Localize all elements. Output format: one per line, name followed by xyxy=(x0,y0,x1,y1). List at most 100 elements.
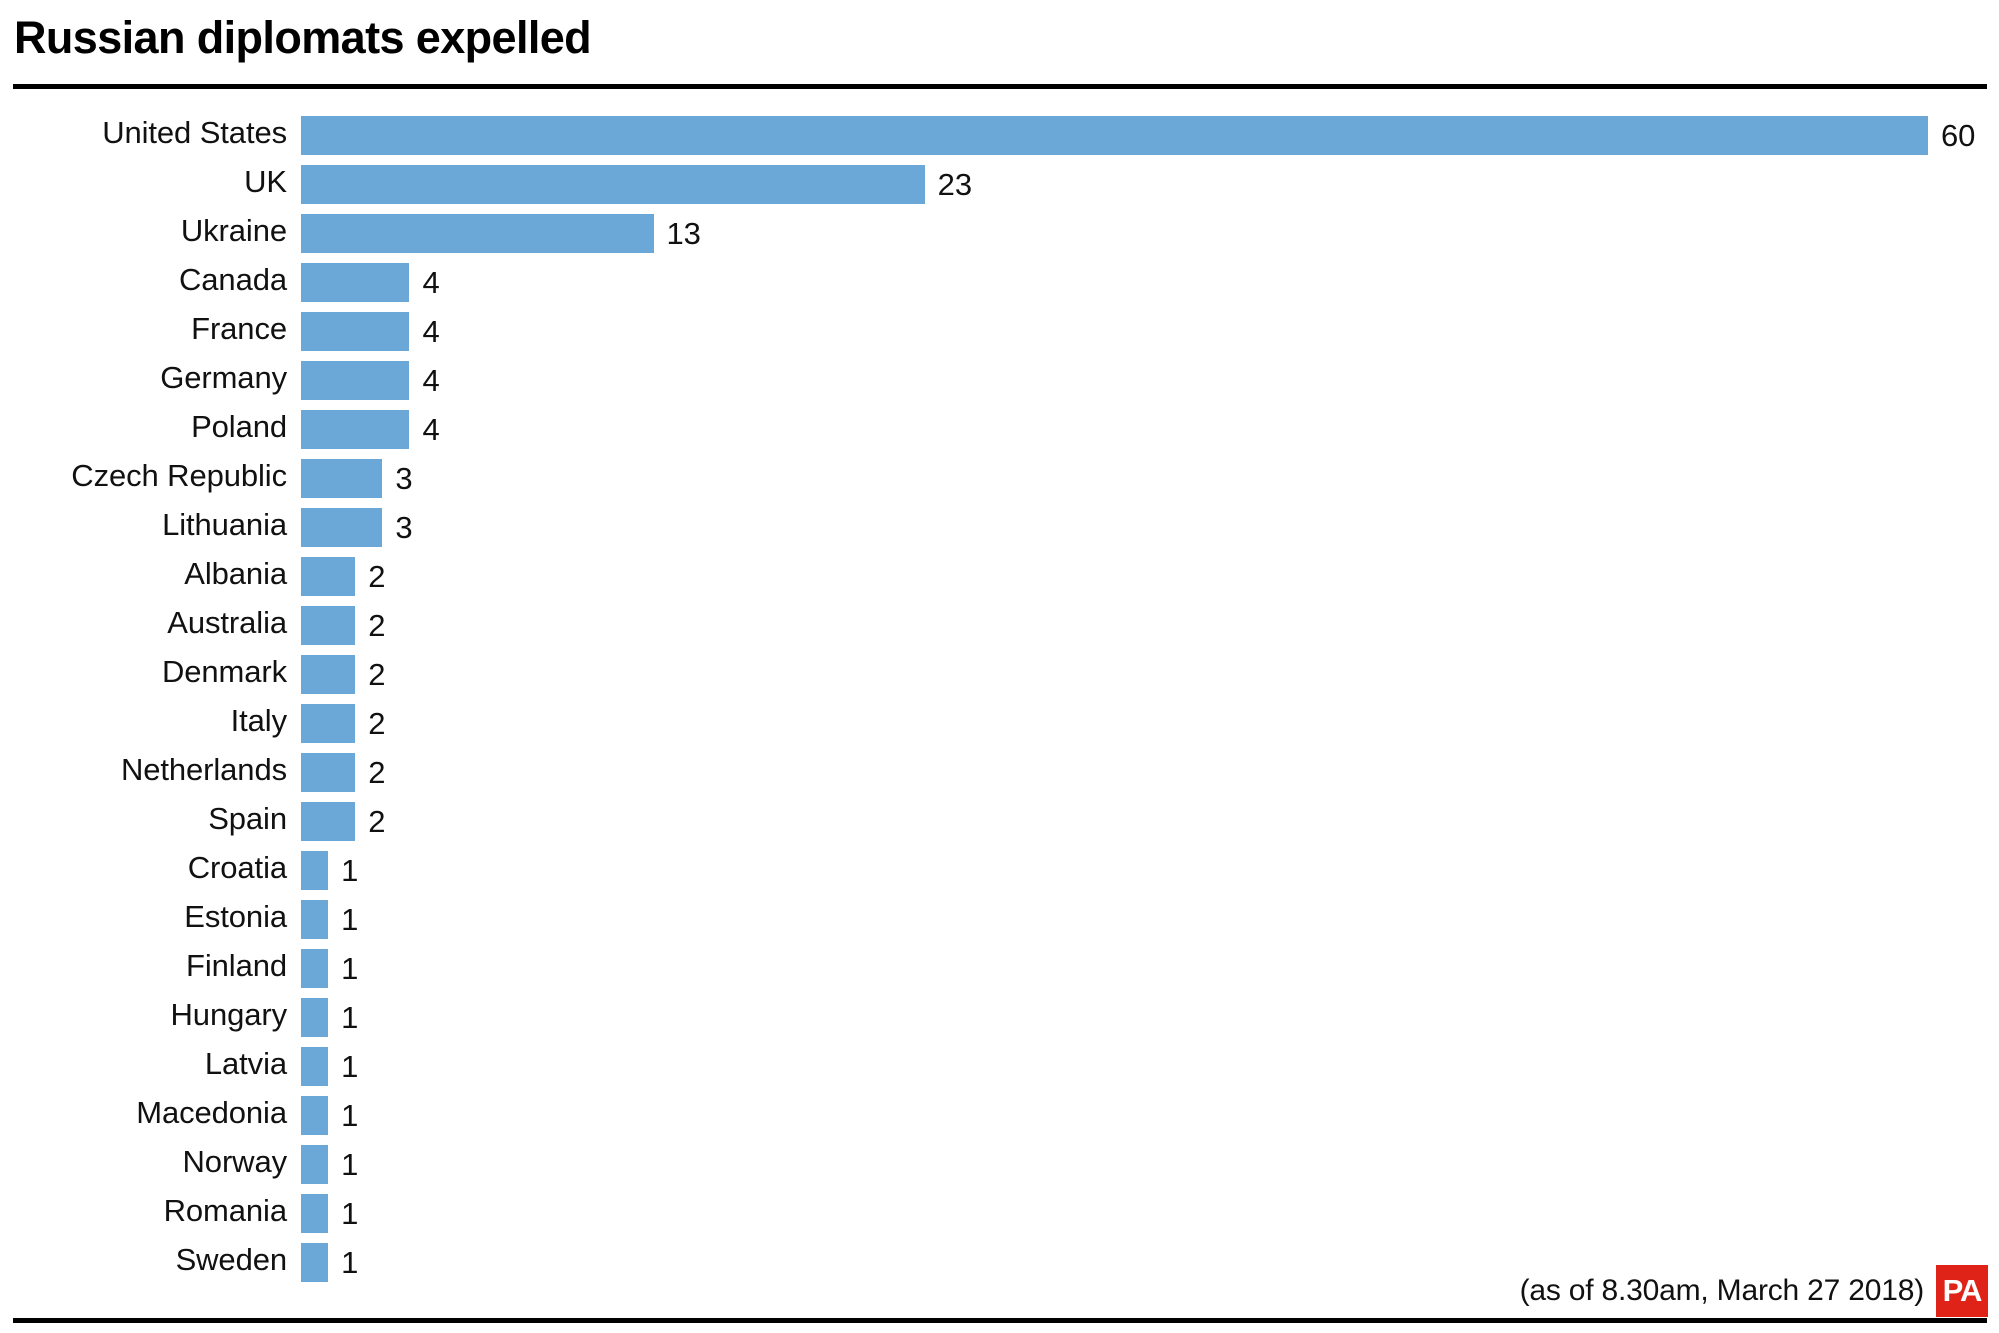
bar-and-value: 1 xyxy=(301,1243,358,1282)
bar-value-label: 3 xyxy=(395,461,413,496)
bar-value-label: 1 xyxy=(341,1049,359,1084)
bar-and-value: 2 xyxy=(301,606,385,645)
bar-row: Czech Republic 3 xyxy=(0,456,1999,505)
bar xyxy=(301,1096,329,1135)
bar-value-label: 1 xyxy=(341,1147,359,1182)
bar-category-label: Norway xyxy=(182,1144,288,1179)
bar-category-label: United States xyxy=(102,115,287,150)
bar-and-value: 1 xyxy=(301,949,358,988)
infographic-root: Russian diplomats expelled United States… xyxy=(0,0,1999,1333)
bar-category-label: UK xyxy=(244,164,287,199)
bar-category-label: Sweden xyxy=(175,1242,288,1277)
bar-category-label: Canada xyxy=(179,262,287,297)
bar-and-value: 4 xyxy=(301,361,440,400)
bar xyxy=(301,1047,329,1086)
bar-row: France 4 xyxy=(0,309,1999,358)
bar-row: Latvia 1 xyxy=(0,1044,1999,1093)
page-title: Russian diplomats expelled xyxy=(14,12,592,63)
bar xyxy=(301,410,410,449)
bar-row: Croatia 1 xyxy=(0,848,1999,897)
bar-and-value: 1 xyxy=(301,1194,358,1233)
bar-row: Spain 2 xyxy=(0,799,1999,848)
bar-value-label: 2 xyxy=(368,608,386,643)
bar xyxy=(301,1194,329,1233)
bar-row: Macedonia 1 xyxy=(0,1093,1999,1142)
bar-category-label: Germany xyxy=(160,360,287,395)
bar-category-label: Latvia xyxy=(204,1046,287,1081)
bar xyxy=(301,655,356,694)
bar xyxy=(301,949,329,988)
bar-and-value: 3 xyxy=(301,459,413,498)
bar-value-label: 60 xyxy=(1941,118,1976,153)
bar-row: Norway 1 xyxy=(0,1142,1999,1191)
bar-and-value: 4 xyxy=(301,312,440,351)
bar-value-label: 13 xyxy=(666,216,701,251)
bar-category-label: Australia xyxy=(167,605,287,640)
bar xyxy=(301,214,654,253)
bar-category-label: Spain xyxy=(208,801,287,836)
bar-value-label: 1 xyxy=(341,1098,359,1133)
bar-and-value: 1 xyxy=(301,1047,358,1086)
bar xyxy=(301,851,329,890)
bar-row: Netherlands 2 xyxy=(0,750,1999,799)
bar-row: Lithuania 3 xyxy=(0,505,1999,554)
title-divider-rule xyxy=(13,84,1987,89)
bar-and-value: 2 xyxy=(301,802,385,841)
bar-value-label: 4 xyxy=(422,363,440,398)
bar-and-value: 13 xyxy=(301,214,701,253)
bar-value-label: 4 xyxy=(422,265,440,300)
bar-row: Finland 1 xyxy=(0,946,1999,995)
bar-value-label: 1 xyxy=(341,1196,359,1231)
bar xyxy=(301,116,1928,155)
bar xyxy=(301,753,356,792)
bar-value-label: 1 xyxy=(341,902,359,937)
bar-row: Estonia 1 xyxy=(0,897,1999,946)
bar-value-label: 4 xyxy=(422,412,440,447)
bar-category-label: France xyxy=(191,311,287,346)
bar xyxy=(301,557,356,596)
bar-value-label: 2 xyxy=(368,706,386,741)
bar xyxy=(301,998,329,1037)
bar-and-value: 23 xyxy=(301,165,972,204)
bar-row: Australia 2 xyxy=(0,603,1999,652)
bar-category-label: Ukraine xyxy=(180,213,287,248)
bar-and-value: 2 xyxy=(301,655,385,694)
bar-value-label: 1 xyxy=(341,1000,359,1035)
bar-category-label: Lithuania xyxy=(162,507,287,542)
bar-category-label: Macedonia xyxy=(136,1095,287,1130)
bar-category-label: Netherlands xyxy=(120,752,287,787)
bar xyxy=(301,459,383,498)
bar-value-label: 3 xyxy=(395,510,413,545)
bar-category-label: Estonia xyxy=(184,899,287,934)
bar-row: Germany 4 xyxy=(0,358,1999,407)
bar-category-label: Czech Republic xyxy=(71,458,287,493)
bar-value-label: 2 xyxy=(368,755,386,790)
bar-value-label: 23 xyxy=(937,167,972,202)
bar xyxy=(301,1243,329,1282)
bar-row: United States 60 xyxy=(0,113,1999,162)
bar-category-label: Albania xyxy=(184,556,287,591)
bar-and-value: 2 xyxy=(301,557,385,596)
bar-and-value: 3 xyxy=(301,508,413,547)
bar xyxy=(301,606,356,645)
bar-value-label: 4 xyxy=(422,314,440,349)
bar-category-label: Croatia xyxy=(187,850,287,885)
bar-category-label: Hungary xyxy=(170,997,288,1032)
bar-and-value: 1 xyxy=(301,900,358,939)
bar xyxy=(301,1145,329,1184)
bar-and-value: 4 xyxy=(301,263,440,302)
bar-value-label: 2 xyxy=(368,657,386,692)
bar-and-value: 60 xyxy=(301,116,1975,155)
bar-category-label: Poland xyxy=(191,409,287,444)
bar-category-label: Italy xyxy=(230,703,287,738)
bar-and-value: 2 xyxy=(301,704,385,743)
bar-row: Italy 2 xyxy=(0,701,1999,750)
bar-row: Denmark 2 xyxy=(0,652,1999,701)
bar-and-value: 1 xyxy=(301,1096,358,1135)
bar-category-label: Romania xyxy=(163,1193,287,1228)
bar-and-value: 1 xyxy=(301,998,358,1037)
bar xyxy=(301,802,356,841)
bar xyxy=(301,312,410,351)
footer-divider-rule xyxy=(13,1318,1987,1323)
bar xyxy=(301,508,383,547)
